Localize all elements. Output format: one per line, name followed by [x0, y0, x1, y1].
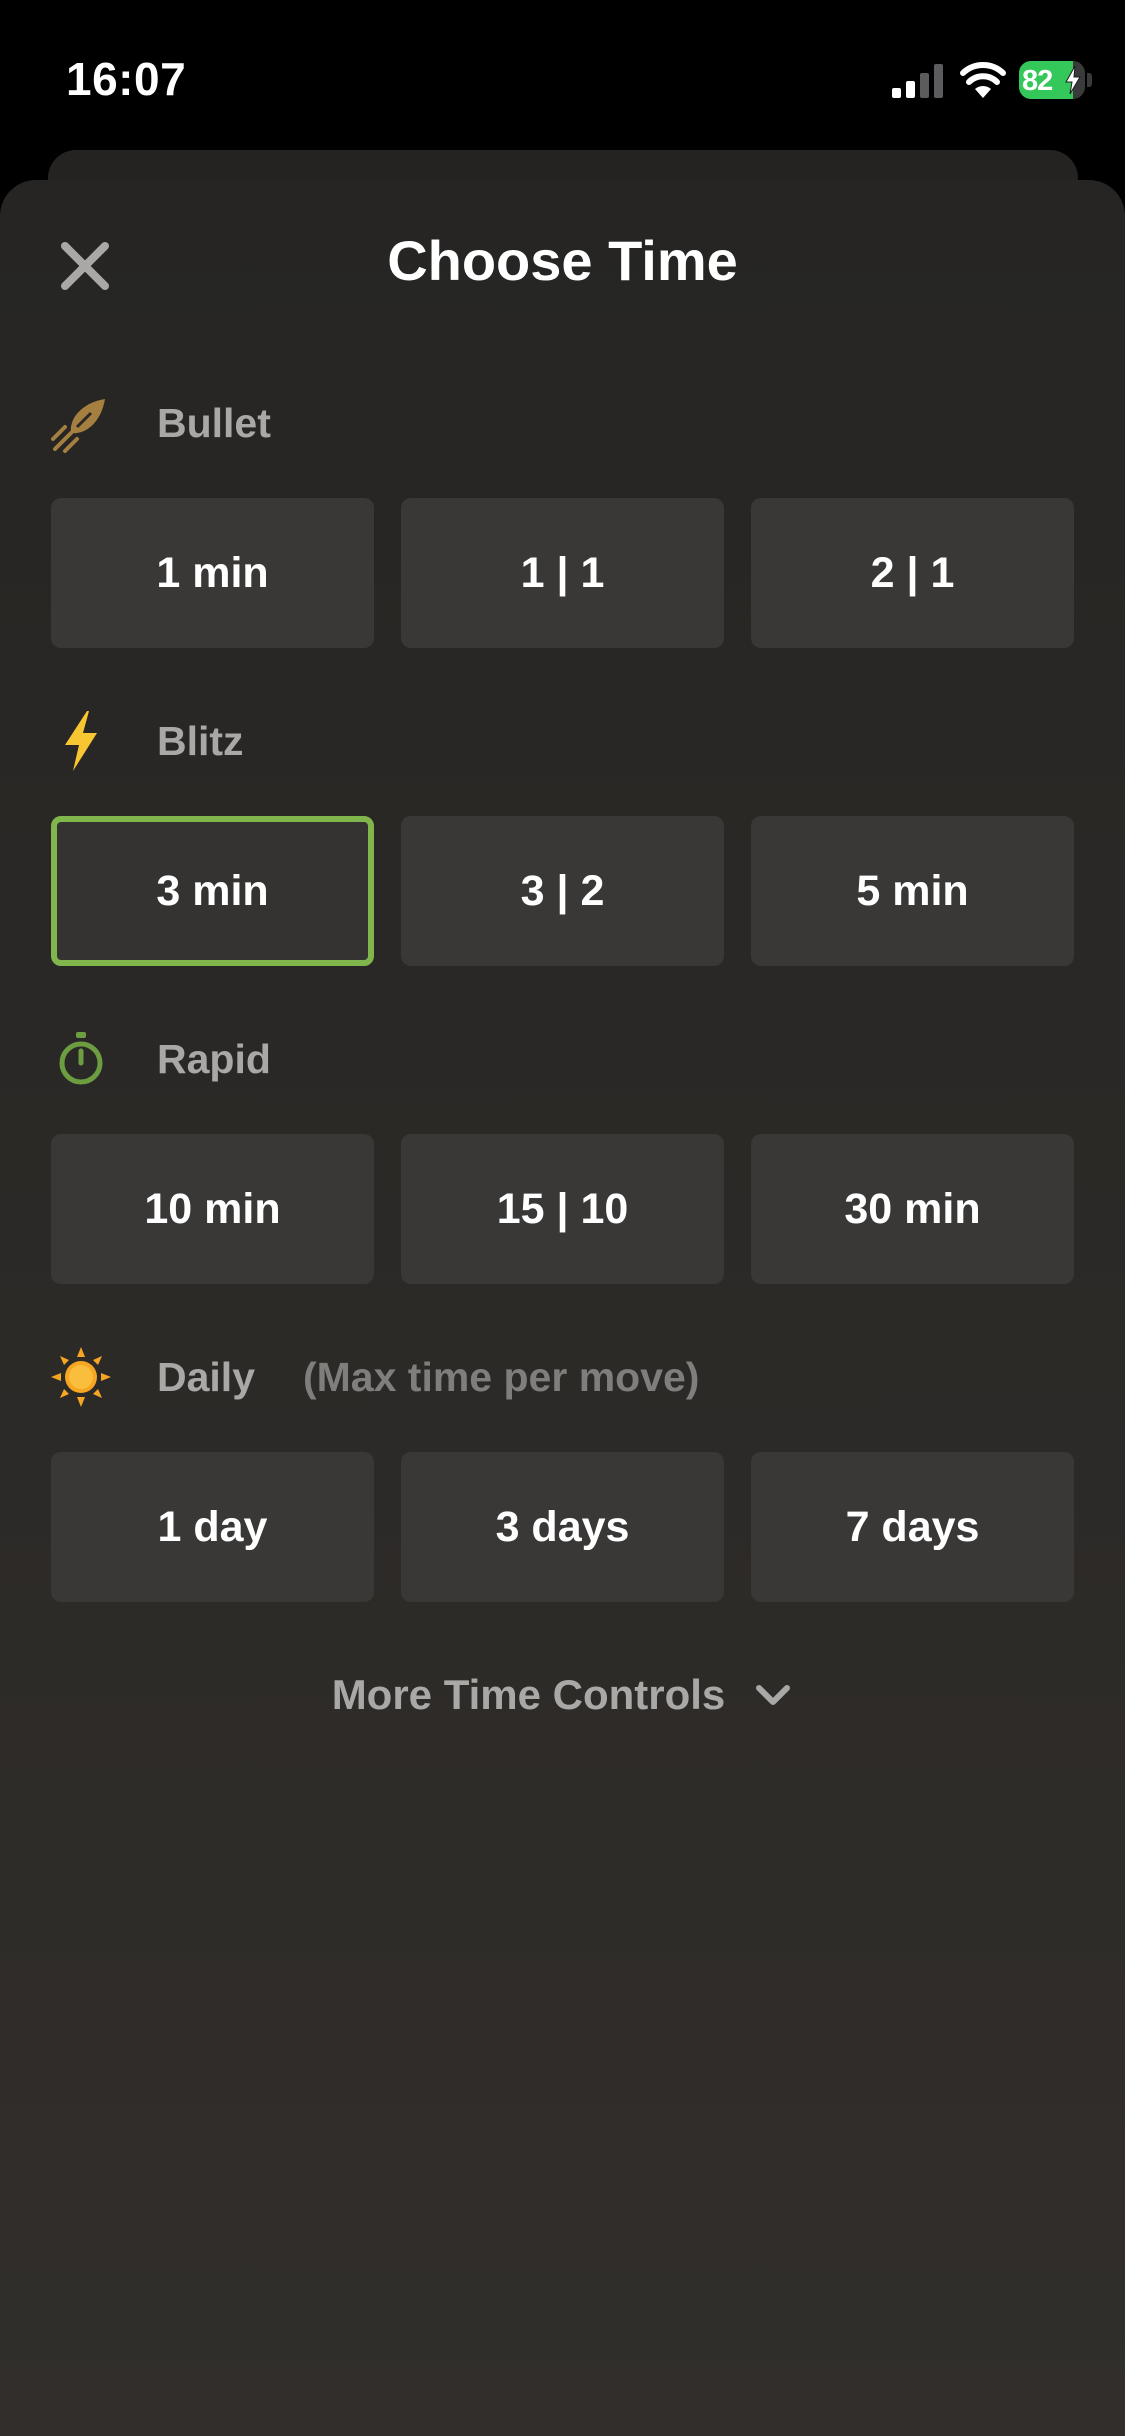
bullet-rocket-icon [50, 392, 112, 454]
more-time-controls-label: More Time Controls [331, 1671, 726, 1718]
section-header-bullet: Bullet [50, 388, 271, 458]
time-option-5-min[interactable]: 5 min [751, 816, 1074, 966]
time-option-1-min[interactable]: 1 min [51, 498, 374, 648]
chevron-down-icon [756, 1685, 791, 1705]
time-option-3-days[interactable]: 3 days [401, 1452, 724, 1602]
status-bar: 16:07 82 [0, 0, 1125, 150]
cellular-signal-icon [892, 64, 943, 98]
sheet-title: Choose Time [387, 229, 738, 292]
charging-bolt-icon [1065, 66, 1081, 94]
more-time-controls-button[interactable]: More Time Controls [0, 1660, 1125, 1730]
option-row-blitz: 3 min 3 | 2 5 min [51, 816, 1074, 966]
battery-percent: 82 [1022, 65, 1053, 97]
time-option-7-days[interactable]: 7 days [751, 1452, 1074, 1602]
section-label-bullet: Bullet [157, 399, 271, 446]
sun-icon [50, 1346, 112, 1408]
section-label-rapid: Rapid [157, 1035, 271, 1082]
time-option-3-2[interactable]: 3 | 2 [401, 816, 724, 966]
battery-indicator: 82 [1019, 61, 1085, 99]
section-label-blitz: Blitz [157, 717, 244, 764]
time-option-1-day[interactable]: 1 day [51, 1452, 374, 1602]
time-option-3-min[interactable]: 3 min [51, 816, 374, 966]
option-row-daily: 1 day 3 days 7 days [51, 1452, 1074, 1602]
option-row-bullet: 1 min 1 | 1 2 | 1 [51, 498, 1074, 648]
time-option-1-1[interactable]: 1 | 1 [401, 498, 724, 648]
time-option-15-10[interactable]: 15 | 10 [401, 1134, 724, 1284]
time-option-2-1[interactable]: 2 | 1 [751, 498, 1074, 648]
option-row-rapid: 10 min 15 | 10 30 min [51, 1134, 1074, 1284]
section-header-daily: Daily (Max time per move) [50, 1342, 699, 1412]
section-header-blitz: Blitz [50, 706, 244, 776]
section-header-rapid: Rapid [50, 1024, 271, 1094]
section-note-daily: (Max time per move) [303, 1353, 700, 1400]
lightning-bolt-icon [50, 710, 112, 772]
status-time: 16:07 [66, 53, 187, 105]
battery-cap [1087, 73, 1092, 87]
section-label-daily: Daily [157, 1353, 255, 1400]
time-option-10-min[interactable]: 10 min [51, 1134, 374, 1284]
wifi-icon [960, 62, 1006, 98]
time-option-30-min[interactable]: 30 min [751, 1134, 1074, 1284]
stopwatch-icon [50, 1028, 112, 1090]
